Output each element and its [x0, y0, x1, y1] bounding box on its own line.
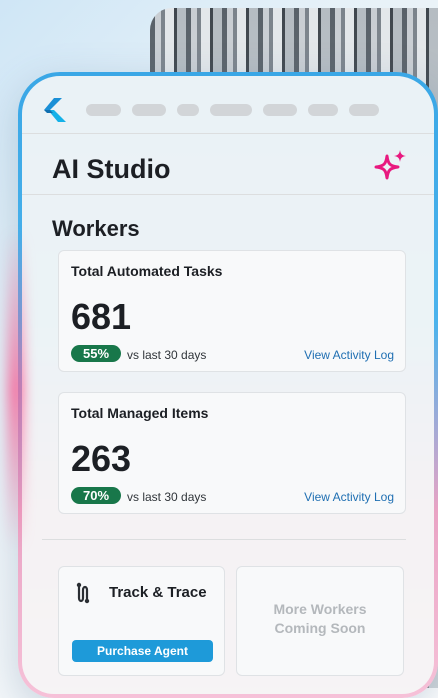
- view-activity-log-link[interactable]: View Activity Log: [304, 348, 394, 362]
- view-activity-log-link[interactable]: View Activity Log: [304, 490, 394, 504]
- change-badge: 70%: [71, 487, 121, 504]
- coming-soon-line-1: More Workers: [273, 601, 367, 617]
- phone-frame: AI Studio Workers Total Automated Tasks …: [18, 72, 438, 698]
- metric-card-title: Total Managed Items: [71, 405, 209, 421]
- nav-item-placeholder[interactable]: [210, 104, 252, 116]
- track-trace-title: Track & Trace: [109, 584, 207, 601]
- comparison-text: vs last 30 days: [127, 348, 207, 362]
- more-workers-card: More Workers Coming Soon: [236, 566, 404, 676]
- section-title-workers: Workers: [52, 216, 140, 241]
- metric-card-automated-tasks: Total Automated Tasks 681 55% vs last 30…: [58, 250, 406, 372]
- metric-value: 681: [71, 296, 132, 337]
- page-title: AI Studio: [52, 154, 171, 184]
- metric-card-title: Total Automated Tasks: [71, 263, 223, 279]
- nav-item-placeholder[interactable]: [86, 104, 121, 116]
- coming-soon-text: More Workers Coming Soon: [237, 600, 403, 638]
- header-divider: [22, 133, 434, 134]
- comparison-text: vs last 30 days: [127, 490, 207, 504]
- route-icon: [76, 582, 90, 604]
- ai-sparkle-icon[interactable]: [372, 148, 410, 186]
- title-divider: [22, 194, 434, 195]
- brand-logo-icon[interactable]: [40, 95, 70, 125]
- coming-soon-line-2: Coming Soon: [274, 620, 366, 636]
- metric-value: 263: [71, 438, 132, 479]
- metric-card-managed-items: Total Managed Items 263 70% vs last 30 d…: [58, 392, 406, 514]
- top-nav: [40, 92, 418, 128]
- nav-item-placeholder[interactable]: [349, 104, 379, 116]
- app-screen: AI Studio Workers Total Automated Tasks …: [22, 76, 434, 694]
- nav-item-placeholder[interactable]: [132, 104, 166, 116]
- tiles-divider: [42, 539, 406, 540]
- track-and-trace-card[interactable]: Track & Trace Purchase Agent: [58, 566, 225, 676]
- nav-placeholder-group: [86, 104, 390, 116]
- purchase-agent-button[interactable]: Purchase Agent: [72, 640, 213, 662]
- nav-item-placeholder[interactable]: [177, 104, 199, 116]
- change-badge: 55%: [71, 345, 121, 362]
- nav-item-placeholder[interactable]: [308, 104, 338, 116]
- nav-item-placeholder[interactable]: [263, 104, 297, 116]
